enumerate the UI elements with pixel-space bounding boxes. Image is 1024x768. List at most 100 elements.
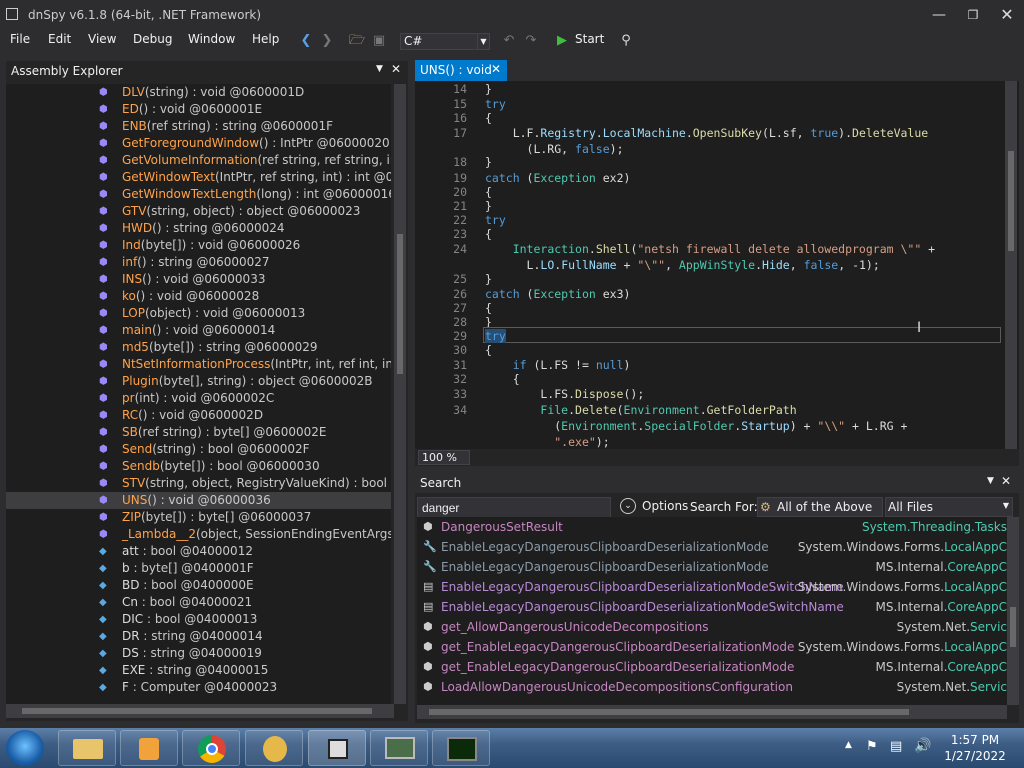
- search-icon[interactable]: ⚲: [618, 33, 634, 49]
- tree-item[interactable]: ⬢ GetWindowText(IntPtr, ref string, int) …: [6, 169, 391, 186]
- search-for-select[interactable]: ⚙ All of the Above: [757, 497, 883, 517]
- assembly-hscrollbar[interactable]: [6, 704, 394, 718]
- assembly-tree[interactable]: ⬢ DLV(string) : void @0600001D ⬢ ED() : voi…: [6, 84, 391, 704]
- close-button[interactable]: ✕: [997, 6, 1017, 24]
- tree-item[interactable]: ⬢ Plugin(byte[], string) : object @060000…: [6, 373, 391, 390]
- tree-item[interactable]: ⬢ HWD() : string @06000024: [6, 220, 391, 237]
- results-vscroll-thumb[interactable]: [1010, 607, 1016, 647]
- tree-item[interactable]: ⬢ ko() : void @06000028: [6, 288, 391, 305]
- tree-item[interactable]: ⬢ ZIP(byte[]) : byte[] @06000037: [6, 509, 391, 526]
- search-result-row[interactable]: ⬢ get_AllowDangerousUnicodeDecompositions…: [417, 617, 1007, 637]
- scope-select[interactable]: All Files ▼: [885, 497, 1013, 517]
- search-input[interactable]: [417, 497, 611, 519]
- tree-item[interactable]: ◆ DIC : bool @04000013: [6, 611, 391, 628]
- explorer-taskbar-icon[interactable]: [58, 730, 116, 766]
- editor-vscroll-thumb[interactable]: [1008, 151, 1014, 251]
- tree-item[interactable]: ⬢ ENB(ref string) : string @0600001F: [6, 118, 391, 135]
- search-results[interactable]: ⬢ DangerousSetResult System.Threading.Task…: [417, 517, 1007, 705]
- undo-icon[interactable]: ↶: [501, 33, 517, 49]
- tree-item[interactable]: ⬢ md5(byte[]) : string @06000029: [6, 339, 391, 356]
- menu-edit[interactable]: Edit: [48, 32, 71, 46]
- minimize-button[interactable]: —: [929, 6, 949, 24]
- tree-item[interactable]: ⬢ GetForegroundWindow() : IntPtr @0600002…: [6, 135, 391, 152]
- start-button[interactable]: [6, 730, 44, 766]
- assembly-vscrollbar[interactable]: [394, 84, 406, 704]
- search-result-row[interactable]: ⬢ get_EnableLegacyDangerousClipboardDeser…: [417, 637, 1007, 657]
- media-player-taskbar-icon[interactable]: [120, 730, 178, 766]
- tree-item[interactable]: ⬢ INS() : void @06000033: [6, 271, 391, 288]
- language-select[interactable]: C# ▼: [400, 33, 490, 50]
- editor-vscrollbar[interactable]: [1005, 81, 1017, 449]
- tree-item[interactable]: ⬢ Sendb(byte[]) : bool @06000030: [6, 458, 391, 475]
- tree-item[interactable]: ⬢ UNS() : void @06000036: [6, 492, 391, 509]
- search-result-row[interactable]: 🔧 EnableLegacyDangerousClipboardDeseriali…: [417, 537, 1007, 557]
- dropdown-icon[interactable]: ▼: [987, 476, 994, 486]
- performance-taskbar-icon[interactable]: [432, 730, 490, 766]
- tree-item[interactable]: ◆ b : byte[] @0400001F: [6, 560, 391, 577]
- search-result-row[interactable]: 🔧 EnableLegacyDangerousClipboardDeseriali…: [417, 557, 1007, 577]
- tree-item[interactable]: ⬢ Send(string) : bool @0600002F: [6, 441, 391, 458]
- results-vscrollbar[interactable]: [1007, 517, 1019, 705]
- menu-debug[interactable]: Debug: [133, 32, 172, 46]
- network-icon[interactable]: ▤: [890, 739, 902, 754]
- tree-item[interactable]: ⬢ RC() : void @0600002D: [6, 407, 391, 424]
- back-icon[interactable]: ❮: [298, 33, 314, 49]
- tree-item[interactable]: ◆ BD : bool @0400000E: [6, 577, 391, 594]
- tree-item[interactable]: ⬢ ED() : void @0600001E: [6, 101, 391, 118]
- menu-window[interactable]: Window: [188, 32, 235, 46]
- search-result-row[interactable]: ⬢ LoadAllowDangerousUnicodeDecompositions…: [417, 677, 1007, 697]
- results-hscrollbar[interactable]: [417, 705, 1007, 719]
- tree-item[interactable]: ◆ F : Computer @04000023: [6, 679, 391, 696]
- tree-item[interactable]: ◆ EXE : string @04000015: [6, 662, 391, 679]
- assembly-vscroll-thumb[interactable]: [397, 234, 403, 374]
- open-folder-icon[interactable]: 🗁: [349, 33, 365, 49]
- code-editor[interactable]: 14 15 16 17 18 19 20 21 22 23 24 25 26 27 28 29 30 31 32 33…: [415, 81, 1019, 449]
- tree-item[interactable]: ⬢ GTV(string, object) : object @06000023: [6, 203, 391, 220]
- tree-item[interactable]: ⬢ GetWindowTextLength(long) : int @060000…: [6, 186, 391, 203]
- save-icon[interactable]: ▣: [371, 33, 387, 49]
- dropdown-icon[interactable]: ▼: [376, 64, 383, 74]
- dnspy-taskbar-icon[interactable]: [308, 730, 366, 766]
- menu-help[interactable]: Help: [252, 32, 279, 46]
- options-chevron-icon[interactable]: ⌄: [620, 498, 636, 514]
- options-button[interactable]: Options: [642, 499, 688, 513]
- close-tab-icon[interactable]: ✕: [491, 62, 501, 76]
- start-button[interactable]: Start: [575, 32, 604, 46]
- keepass-taskbar-icon[interactable]: [245, 730, 303, 766]
- tree-item[interactable]: ⬢ Ind(byte[]) : void @06000026: [6, 237, 391, 254]
- tree-item[interactable]: ◆ Cn : bool @04000021: [6, 594, 391, 611]
- redo-icon[interactable]: ↷: [523, 33, 539, 49]
- forward-icon[interactable]: ❯: [319, 33, 335, 49]
- tree-item[interactable]: ⬢ inf() : string @06000027: [6, 254, 391, 271]
- volume-icon[interactable]: 🔊: [914, 738, 931, 754]
- close-panel-icon[interactable]: ✕: [391, 62, 401, 76]
- tree-item[interactable]: ⬢ SB(ref string) : byte[] @0600002E: [6, 424, 391, 441]
- search-result-row[interactable]: ▤ EnableLegacyDangerousClipboardDeseriali…: [417, 597, 1007, 617]
- menu-view[interactable]: View: [88, 32, 116, 46]
- close-panel-icon[interactable]: ✕: [1001, 474, 1011, 488]
- monitor-taskbar-icon[interactable]: [370, 730, 428, 766]
- action-center-icon[interactable]: ⚑: [866, 739, 878, 754]
- tree-item[interactable]: ⬢ LOP(object) : void @06000013: [6, 305, 391, 322]
- tree-item[interactable]: ⬢ NtSetInformationProcess(IntPtr, int, re…: [6, 356, 391, 373]
- tree-item[interactable]: ⬢ main() : void @06000014: [6, 322, 391, 339]
- chrome-taskbar-icon[interactable]: [182, 730, 240, 766]
- tree-item[interactable]: ◆ att : bool @04000012: [6, 543, 391, 560]
- tree-item[interactable]: ⬢ STV(string, object, RegistryValueKind) …: [6, 475, 391, 492]
- tab-uns[interactable]: UNS() : void ✕: [415, 60, 507, 81]
- tree-item[interactable]: ◆ DS : string @04000019: [6, 645, 391, 662]
- search-result-row[interactable]: ⬢ get_EnableLegacyDangerousClipboardDeser…: [417, 657, 1007, 677]
- tree-item[interactable]: ⬢ pr(int) : void @0600002C: [6, 390, 391, 407]
- tree-item[interactable]: ⬢ DLV(string) : void @0600001D: [6, 84, 391, 101]
- tree-item[interactable]: ⬢ GetVolumeInformation(ref string, ref st…: [6, 152, 391, 169]
- results-hscroll-thumb[interactable]: [429, 709, 909, 715]
- start-icon[interactable]: ▶: [554, 33, 570, 49]
- zoom-select[interactable]: 100 %: [418, 450, 470, 465]
- assembly-hscroll-thumb[interactable]: [22, 708, 372, 714]
- search-result-row[interactable]: ▤ EnableLegacyDangerousClipboardDeseriali…: [417, 577, 1007, 597]
- tree-item[interactable]: ◆ DR : string @04000014: [6, 628, 391, 645]
- maximize-button[interactable]: ❐: [963, 6, 983, 24]
- clock[interactable]: 1:57 PM 1/27/2022: [935, 732, 1015, 764]
- search-result-row[interactable]: ⬢ DangerousSetResult System.Threading.Task…: [417, 517, 1007, 537]
- menu-file[interactable]: File: [10, 32, 30, 46]
